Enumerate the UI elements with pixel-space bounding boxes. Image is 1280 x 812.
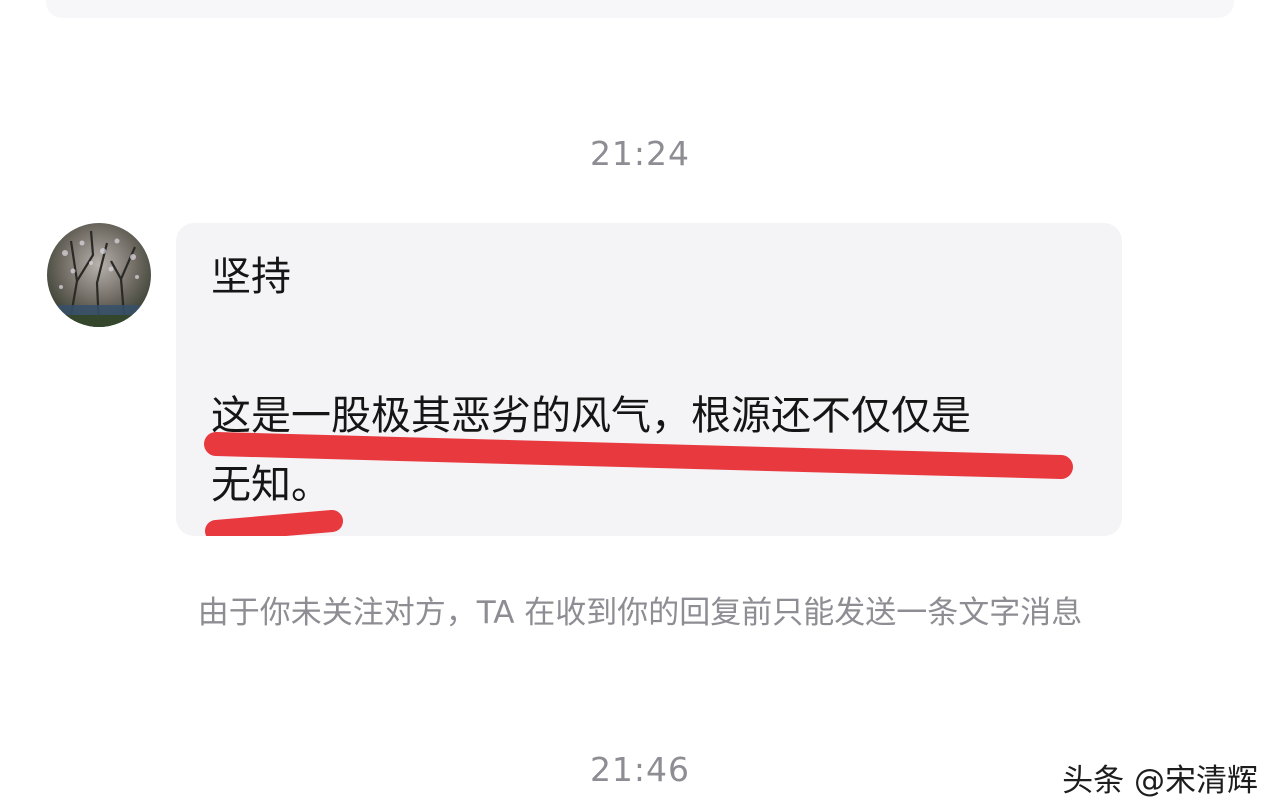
message-line: 无知。 <box>211 462 331 508</box>
follow-notice: 由于你未关注对方，TA 在收到你的回复前只能发送一条文字消息 <box>197 595 1083 631</box>
message-line: 这是一股极其恶劣的风气，根源还不仅仅是 <box>211 393 971 439</box>
previous-message-strip <box>46 0 1234 18</box>
message-line: 坚持 <box>211 254 291 300</box>
avatar-image <box>47 223 151 327</box>
timestamp: 21:24 <box>589 134 691 173</box>
chat-screen: 21:24 坚持 这是一股极其恶劣的风气，根源还不仅仅是 无知。 由于你未关注对… <box>0 0 1280 812</box>
message-bubble[interactable]: 坚持 这是一股极其恶劣的风气，根源还不仅仅是 无知。 <box>176 223 1122 536</box>
watermark: 头条 @宋清辉 <box>1062 763 1258 799</box>
avatar[interactable] <box>47 223 151 327</box>
